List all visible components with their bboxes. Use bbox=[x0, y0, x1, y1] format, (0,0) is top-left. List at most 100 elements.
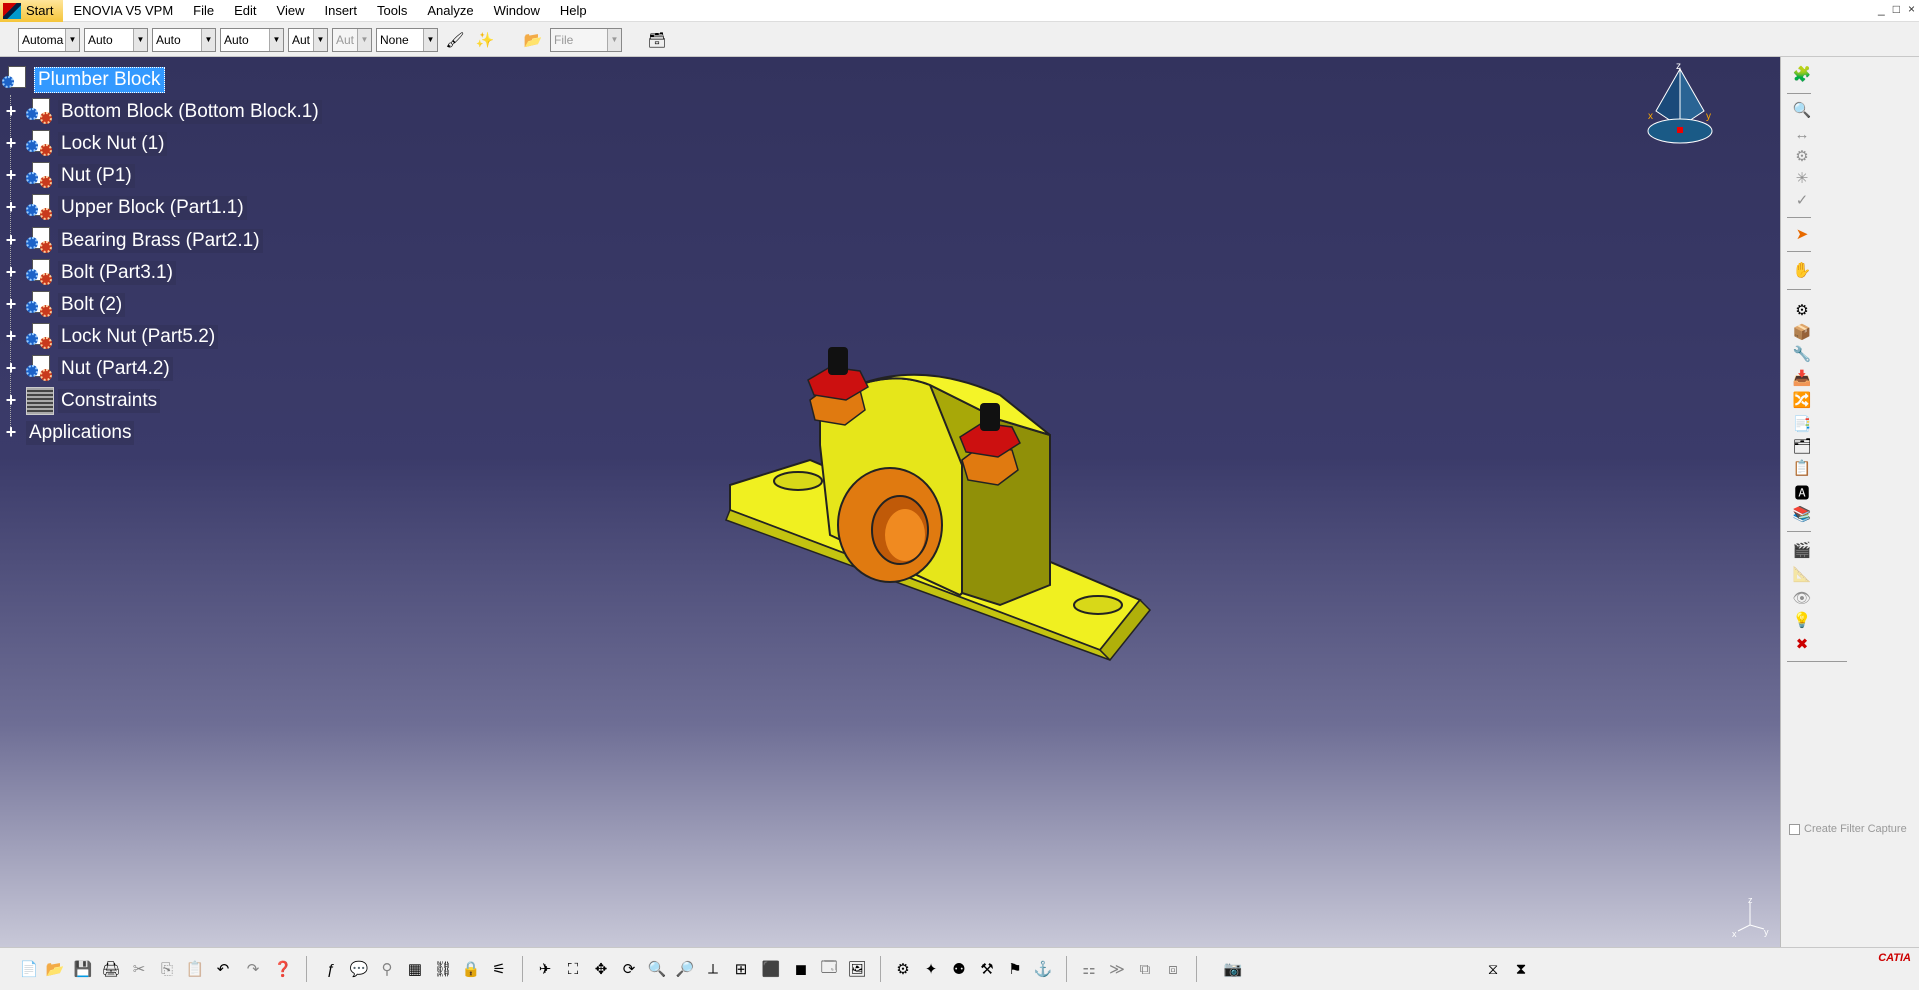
tree-node-bolt-2[interactable]: + Bolt (2) bbox=[4, 290, 126, 320]
menu-window[interactable]: Window bbox=[484, 0, 550, 22]
tree-node-lock-nut-1[interactable]: + Lock Nut (1) bbox=[4, 129, 168, 159]
law-icon[interactable]: 🔒 bbox=[460, 958, 482, 980]
minimize-button[interactable]: _ bbox=[1878, 2, 1885, 16]
menu-tools[interactable]: Tools bbox=[367, 0, 417, 22]
tree-node-label[interactable]: Constraints bbox=[58, 389, 161, 413]
fix-icon[interactable]: ⚓ bbox=[1032, 958, 1054, 980]
coincidence-icon[interactable]: ✦ bbox=[920, 958, 942, 980]
expand-icon[interactable]: + bbox=[4, 166, 18, 184]
fly-mode-icon[interactable]: ✈ bbox=[534, 958, 556, 980]
new-product-icon[interactable]: 📦 bbox=[1791, 321, 1813, 343]
expand-icon[interactable]: + bbox=[4, 423, 18, 441]
tree-node-label[interactable]: Bolt (2) bbox=[58, 293, 126, 317]
open-folder-icon[interactable]: 📂 bbox=[520, 27, 546, 53]
tree-root[interactable]: Plumber Block bbox=[2, 65, 165, 95]
pan-icon[interactable]: ✥ bbox=[590, 958, 612, 980]
tree-node-nut-part4[interactable]: + Nut (Part4.2) bbox=[4, 354, 173, 384]
multi-instantiation-icon[interactable]: 📚 bbox=[1791, 503, 1813, 525]
replace-component-icon[interactable]: 🔀 bbox=[1791, 389, 1813, 411]
print-icon[interactable]: 🖨 bbox=[100, 958, 122, 980]
tree-node-constraints[interactable]: + Constraints bbox=[4, 386, 161, 416]
color-combo[interactable]: Automa ▼ bbox=[18, 27, 80, 52]
expand-icon[interactable]: + bbox=[4, 359, 18, 377]
tree-node-label[interactable]: Bearing Brass (Part2.1) bbox=[58, 229, 263, 253]
hide-show-icon[interactable]: 🗔 bbox=[818, 958, 840, 980]
tree-node-lock-nut-part5[interactable]: + Lock Nut (Part5.2) bbox=[4, 322, 219, 352]
expand-icon[interactable]: + bbox=[4, 391, 18, 409]
delete-icon[interactable]: ✖ bbox=[1791, 633, 1813, 655]
tree-node-applications[interactable]: + Applications bbox=[4, 418, 135, 448]
product-structure-icon[interactable]: 🧩 bbox=[1791, 63, 1813, 85]
rotate-icon[interactable]: ⟳ bbox=[618, 958, 640, 980]
tree-node-label[interactable]: Lock Nut (Part5.2) bbox=[58, 325, 219, 349]
contact-icon[interactable]: ⚉ bbox=[948, 958, 970, 980]
fit-all-icon[interactable]: ⛶ bbox=[562, 958, 584, 980]
menu-analyze[interactable]: Analyze bbox=[417, 0, 483, 22]
save-icon[interactable]: 💾 bbox=[72, 958, 94, 980]
tree-node-label[interactable]: Bottom Block (Bottom Block.1) bbox=[58, 100, 322, 124]
tree-node-label[interactable]: Nut (Part4.2) bbox=[58, 357, 173, 381]
expand-icon[interactable]: + bbox=[4, 134, 18, 152]
undo-icon[interactable]: ↶ bbox=[212, 958, 234, 980]
whats-this-icon[interactable]: ❓ bbox=[272, 958, 294, 980]
iso-view-icon[interactable]: ⬛ bbox=[760, 958, 782, 980]
tree-node-label[interactable]: Nut (P1) bbox=[58, 164, 135, 188]
tree-node-bottom-block[interactable]: + Bottom Block (Bottom Block.1) bbox=[4, 97, 322, 127]
bulb-icon[interactable]: 💡 bbox=[1791, 609, 1813, 631]
tree-node-label[interactable]: Applications bbox=[26, 421, 135, 445]
expand-icon[interactable]: + bbox=[4, 102, 18, 120]
expand-icon[interactable]: + bbox=[4, 295, 18, 313]
menu-help[interactable]: Help bbox=[550, 0, 597, 22]
catalog-browser-icon[interactable]: 🗃 bbox=[644, 27, 670, 53]
tree-node-label[interactable]: Lock Nut (1) bbox=[58, 132, 168, 156]
tree-node-upper-block[interactable]: + Upper Block (Part1.1) bbox=[4, 193, 247, 223]
expand-icon[interactable]: + bbox=[4, 231, 18, 249]
swap-visible-space-icon[interactable]: 🖼 bbox=[846, 958, 868, 980]
3d-viewport[interactable]: Plumber Block + Bottom Block (Bottom Blo… bbox=[0, 57, 1780, 947]
constraint-icon[interactable]: ⚙ bbox=[892, 958, 914, 980]
restore-button[interactable]: □ bbox=[1893, 2, 1900, 16]
angle-icon[interactable]: ⚑ bbox=[1004, 958, 1026, 980]
multi-view-icon[interactable]: ⊞ bbox=[730, 958, 752, 980]
new-component-icon[interactable]: ⚙ bbox=[1791, 299, 1813, 321]
tree-node-label[interactable]: Upper Block (Part1.1) bbox=[58, 196, 247, 220]
menu-edit[interactable]: Edit bbox=[224, 0, 266, 22]
catalog-browser-icon[interactable]: ⛓ bbox=[432, 958, 454, 980]
tree-node-label[interactable]: Plumber Block bbox=[34, 67, 165, 93]
shading-icon[interactable]: ◼ bbox=[790, 958, 812, 980]
offset-icon[interactable]: ⚒ bbox=[976, 958, 998, 980]
expand-icon[interactable]: + bbox=[4, 198, 18, 216]
scenes-icon[interactable]: 🎬 bbox=[1791, 539, 1813, 561]
layer-combo[interactable]: None ▼ bbox=[376, 27, 438, 52]
transparency-combo[interactable]: Auto ▼ bbox=[84, 27, 148, 52]
menu-file[interactable]: File bbox=[183, 0, 224, 22]
properties-painter-icon[interactable]: ✨ bbox=[472, 27, 498, 53]
painter-icon[interactable]: 🖌 bbox=[442, 27, 468, 53]
existing-component-icon[interactable]: 📥 bbox=[1791, 367, 1813, 389]
generate-numbering-icon[interactable]: 🗂 bbox=[1791, 435, 1813, 457]
clash-analysis-icon[interactable]: ⧗ bbox=[1510, 958, 1532, 980]
parameters-icon[interactable]: ⚟ bbox=[488, 958, 510, 980]
menu-insert[interactable]: Insert bbox=[314, 0, 367, 22]
manipulate-icon[interactable]: ✋ bbox=[1791, 259, 1813, 281]
tree-node-nut-p1[interactable]: + Nut (P1) bbox=[4, 161, 135, 191]
menu-enovia[interactable]: ENOVIA V5 VPM bbox=[63, 0, 183, 22]
expand-icon[interactable]: + bbox=[4, 263, 18, 281]
graph-tree-reordering-icon[interactable]: 📑 bbox=[1791, 413, 1813, 435]
select-arrow-icon[interactable]: ➤ bbox=[1791, 223, 1813, 245]
comment-icon[interactable]: 💬 bbox=[348, 958, 370, 980]
formula-icon[interactable]: ƒ bbox=[320, 958, 342, 980]
close-button[interactable]: × bbox=[1908, 2, 1915, 16]
section-icon[interactable]: ⧖ bbox=[1482, 958, 1504, 980]
expand-icon[interactable]: + bbox=[4, 327, 18, 345]
menu-start[interactable]: Start bbox=[0, 0, 64, 22]
line-type-combo[interactable]: Auto ▼ bbox=[220, 27, 284, 52]
zoom-out-icon[interactable]: 🔎 bbox=[674, 958, 696, 980]
menu-view[interactable]: View bbox=[267, 0, 315, 22]
design-table-icon[interactable]: ▦ bbox=[404, 958, 426, 980]
new-icon[interactable]: 📄 bbox=[18, 958, 40, 980]
capture-icon[interactable]: 📷 bbox=[1222, 958, 1244, 980]
tree-node-bolt-part3[interactable]: + Bolt (Part3.1) bbox=[4, 258, 176, 288]
plumber-block-model[interactable] bbox=[700, 325, 1180, 675]
tree-node-label[interactable]: Bolt (Part3.1) bbox=[58, 261, 176, 285]
